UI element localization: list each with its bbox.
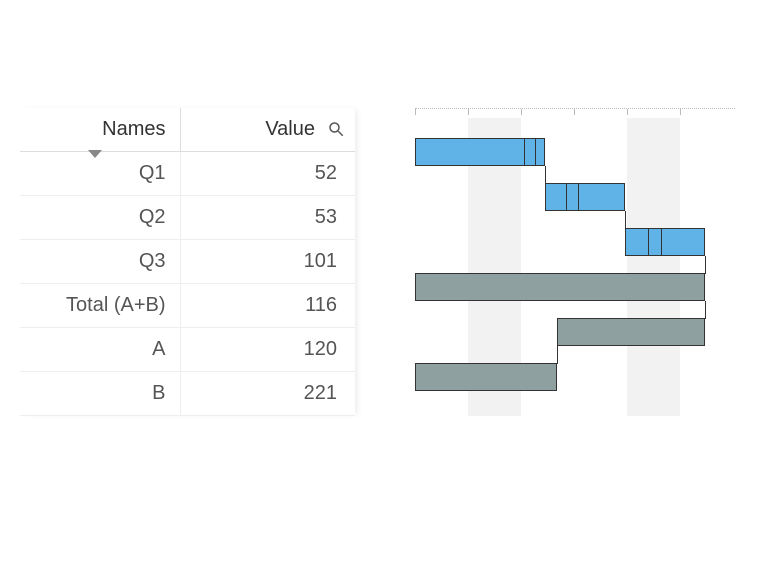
chart-bar-total — [415, 271, 735, 316]
chart-bar-q3 — [415, 226, 735, 271]
column-header-value[interactable]: Value — [180, 108, 355, 152]
waterfall-chart — [415, 108, 735, 416]
chart-bar-b — [415, 361, 735, 406]
table-row[interactable]: Q2 53 — [20, 196, 355, 240]
chart-bar-q1 — [415, 136, 735, 181]
table-row[interactable]: Q3 101 — [20, 240, 355, 284]
row-name: A — [20, 328, 180, 372]
row-name: Total (A+B) — [20, 284, 180, 328]
header-row: Names Value — [20, 108, 355, 152]
table-row[interactable]: Total (A+B) 116 — [20, 284, 355, 328]
table-row[interactable]: B 221 — [20, 372, 355, 416]
row-value: 120 — [180, 328, 355, 372]
row-value: 52 — [180, 152, 355, 196]
row-value: 53 — [180, 196, 355, 240]
chart-bar-a — [415, 316, 735, 361]
table-row[interactable]: A 120 — [20, 328, 355, 372]
search-icon[interactable] — [327, 120, 345, 138]
column-header-names[interactable]: Names — [20, 108, 180, 152]
table-row[interactable]: Q1 52 — [20, 152, 355, 196]
row-name: Q3 — [20, 240, 180, 284]
data-table: Names Value Q1 52 — [20, 108, 355, 416]
filter-indicator-icon — [88, 150, 102, 158]
row-name: Q1 — [20, 152, 180, 196]
column-header-value-label: Value — [265, 118, 315, 140]
row-value: 116 — [180, 284, 355, 328]
chart-bar-q2 — [415, 181, 735, 226]
chart-rows — [415, 136, 735, 406]
row-value: 101 — [180, 240, 355, 284]
row-name: B — [20, 372, 180, 416]
chart-axis — [415, 108, 735, 118]
row-name: Q2 — [20, 196, 180, 240]
row-value: 221 — [180, 372, 355, 416]
